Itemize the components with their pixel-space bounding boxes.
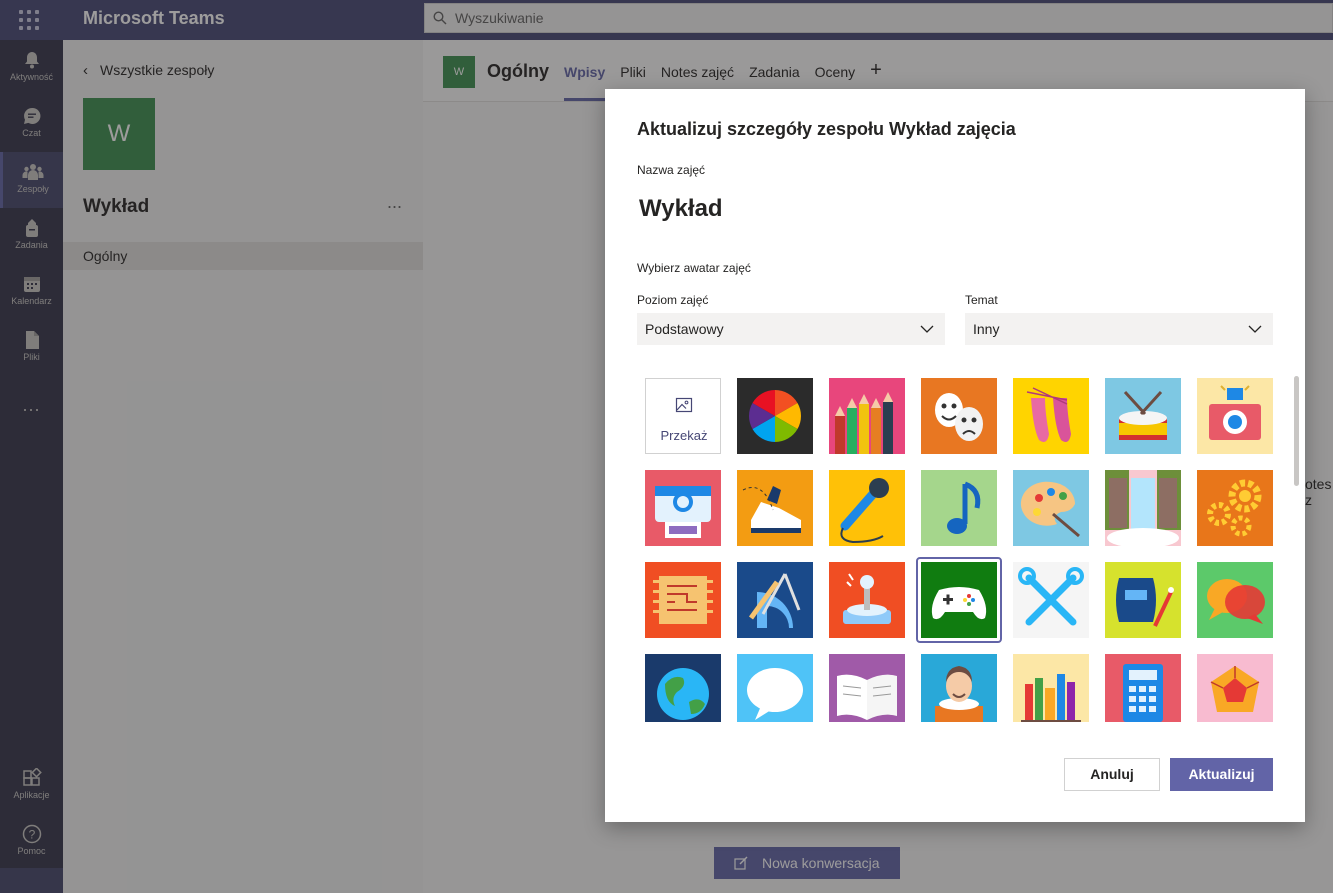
drum-avatar[interactable] [1105, 378, 1181, 454]
circuit-chip-avatar[interactable] [645, 562, 721, 638]
welding-mask-avatar[interactable] [1105, 562, 1181, 638]
subject-dropdown[interactable]: Inny [965, 313, 1273, 345]
level-dropdown[interactable]: Podstawowy [637, 313, 945, 345]
update-team-dialog: Aktualizuj szczegóły zespołu Wykład zaję… [605, 89, 1305, 822]
gears-avatar[interactable] [1197, 470, 1273, 546]
waterfall-avatar[interactable] [1105, 470, 1181, 546]
dialog-title: Aktualizuj szczegóły zespołu Wykład zaję… [637, 119, 1016, 139]
camera-flash-avatar[interactable] [1197, 378, 1273, 454]
upload-label: Przekaż [660, 428, 708, 443]
pencils-avatar[interactable] [829, 378, 905, 454]
running-shoe-avatar[interactable] [737, 470, 813, 546]
globe-avatar[interactable] [645, 654, 721, 722]
level-label: Poziom zajęć [637, 293, 709, 307]
image-icon [675, 397, 693, 413]
geometry-tools-avatar[interactable] [737, 562, 813, 638]
microphone-avatar[interactable] [829, 470, 905, 546]
ballet-shoes-avatar[interactable] [1013, 378, 1089, 454]
instant-camera-avatar[interactable] [645, 470, 721, 546]
paint-palette-avatar[interactable] [1013, 470, 1089, 546]
update-button[interactable]: Aktualizuj [1170, 758, 1273, 791]
chevron-down-icon [1248, 325, 1262, 333]
cancel-button[interactable]: Anuluj [1064, 758, 1160, 791]
tools-avatar[interactable] [1013, 562, 1089, 638]
open-book-avatar[interactable] [829, 654, 905, 722]
avatar-grid: Przekaż [645, 378, 1277, 722]
bookshelf-avatar[interactable] [1013, 654, 1089, 722]
music-note-avatar[interactable] [921, 470, 997, 546]
class-name-label: Nazwa zajęć [637, 163, 706, 177]
chat-bubbles-avatar[interactable] [1197, 562, 1273, 638]
shakespeare-avatar[interactable] [921, 654, 997, 722]
subject-label: Temat [965, 293, 998, 307]
selected-avatar-ring [916, 557, 1002, 643]
class-name-field[interactable]: Wykład [639, 195, 723, 223]
chevron-down-icon [920, 325, 934, 333]
joystick-avatar[interactable] [829, 562, 905, 638]
polyhedron-avatar[interactable] [1197, 654, 1273, 722]
theater-masks-avatar[interactable] [921, 378, 997, 454]
speech-bubble-avatar[interactable] [737, 654, 813, 722]
calculator-avatar[interactable] [1105, 654, 1181, 722]
avatar-label: Wybierz awatar zajęć [637, 261, 751, 275]
avatar-grid-scrollbar[interactable] [1294, 376, 1299, 486]
upload-avatar-button[interactable]: Przekaż [645, 378, 721, 454]
level-value: Podstawowy [645, 321, 724, 337]
color-wheel-avatar[interactable] [737, 378, 813, 454]
subject-value: Inny [973, 321, 1000, 337]
